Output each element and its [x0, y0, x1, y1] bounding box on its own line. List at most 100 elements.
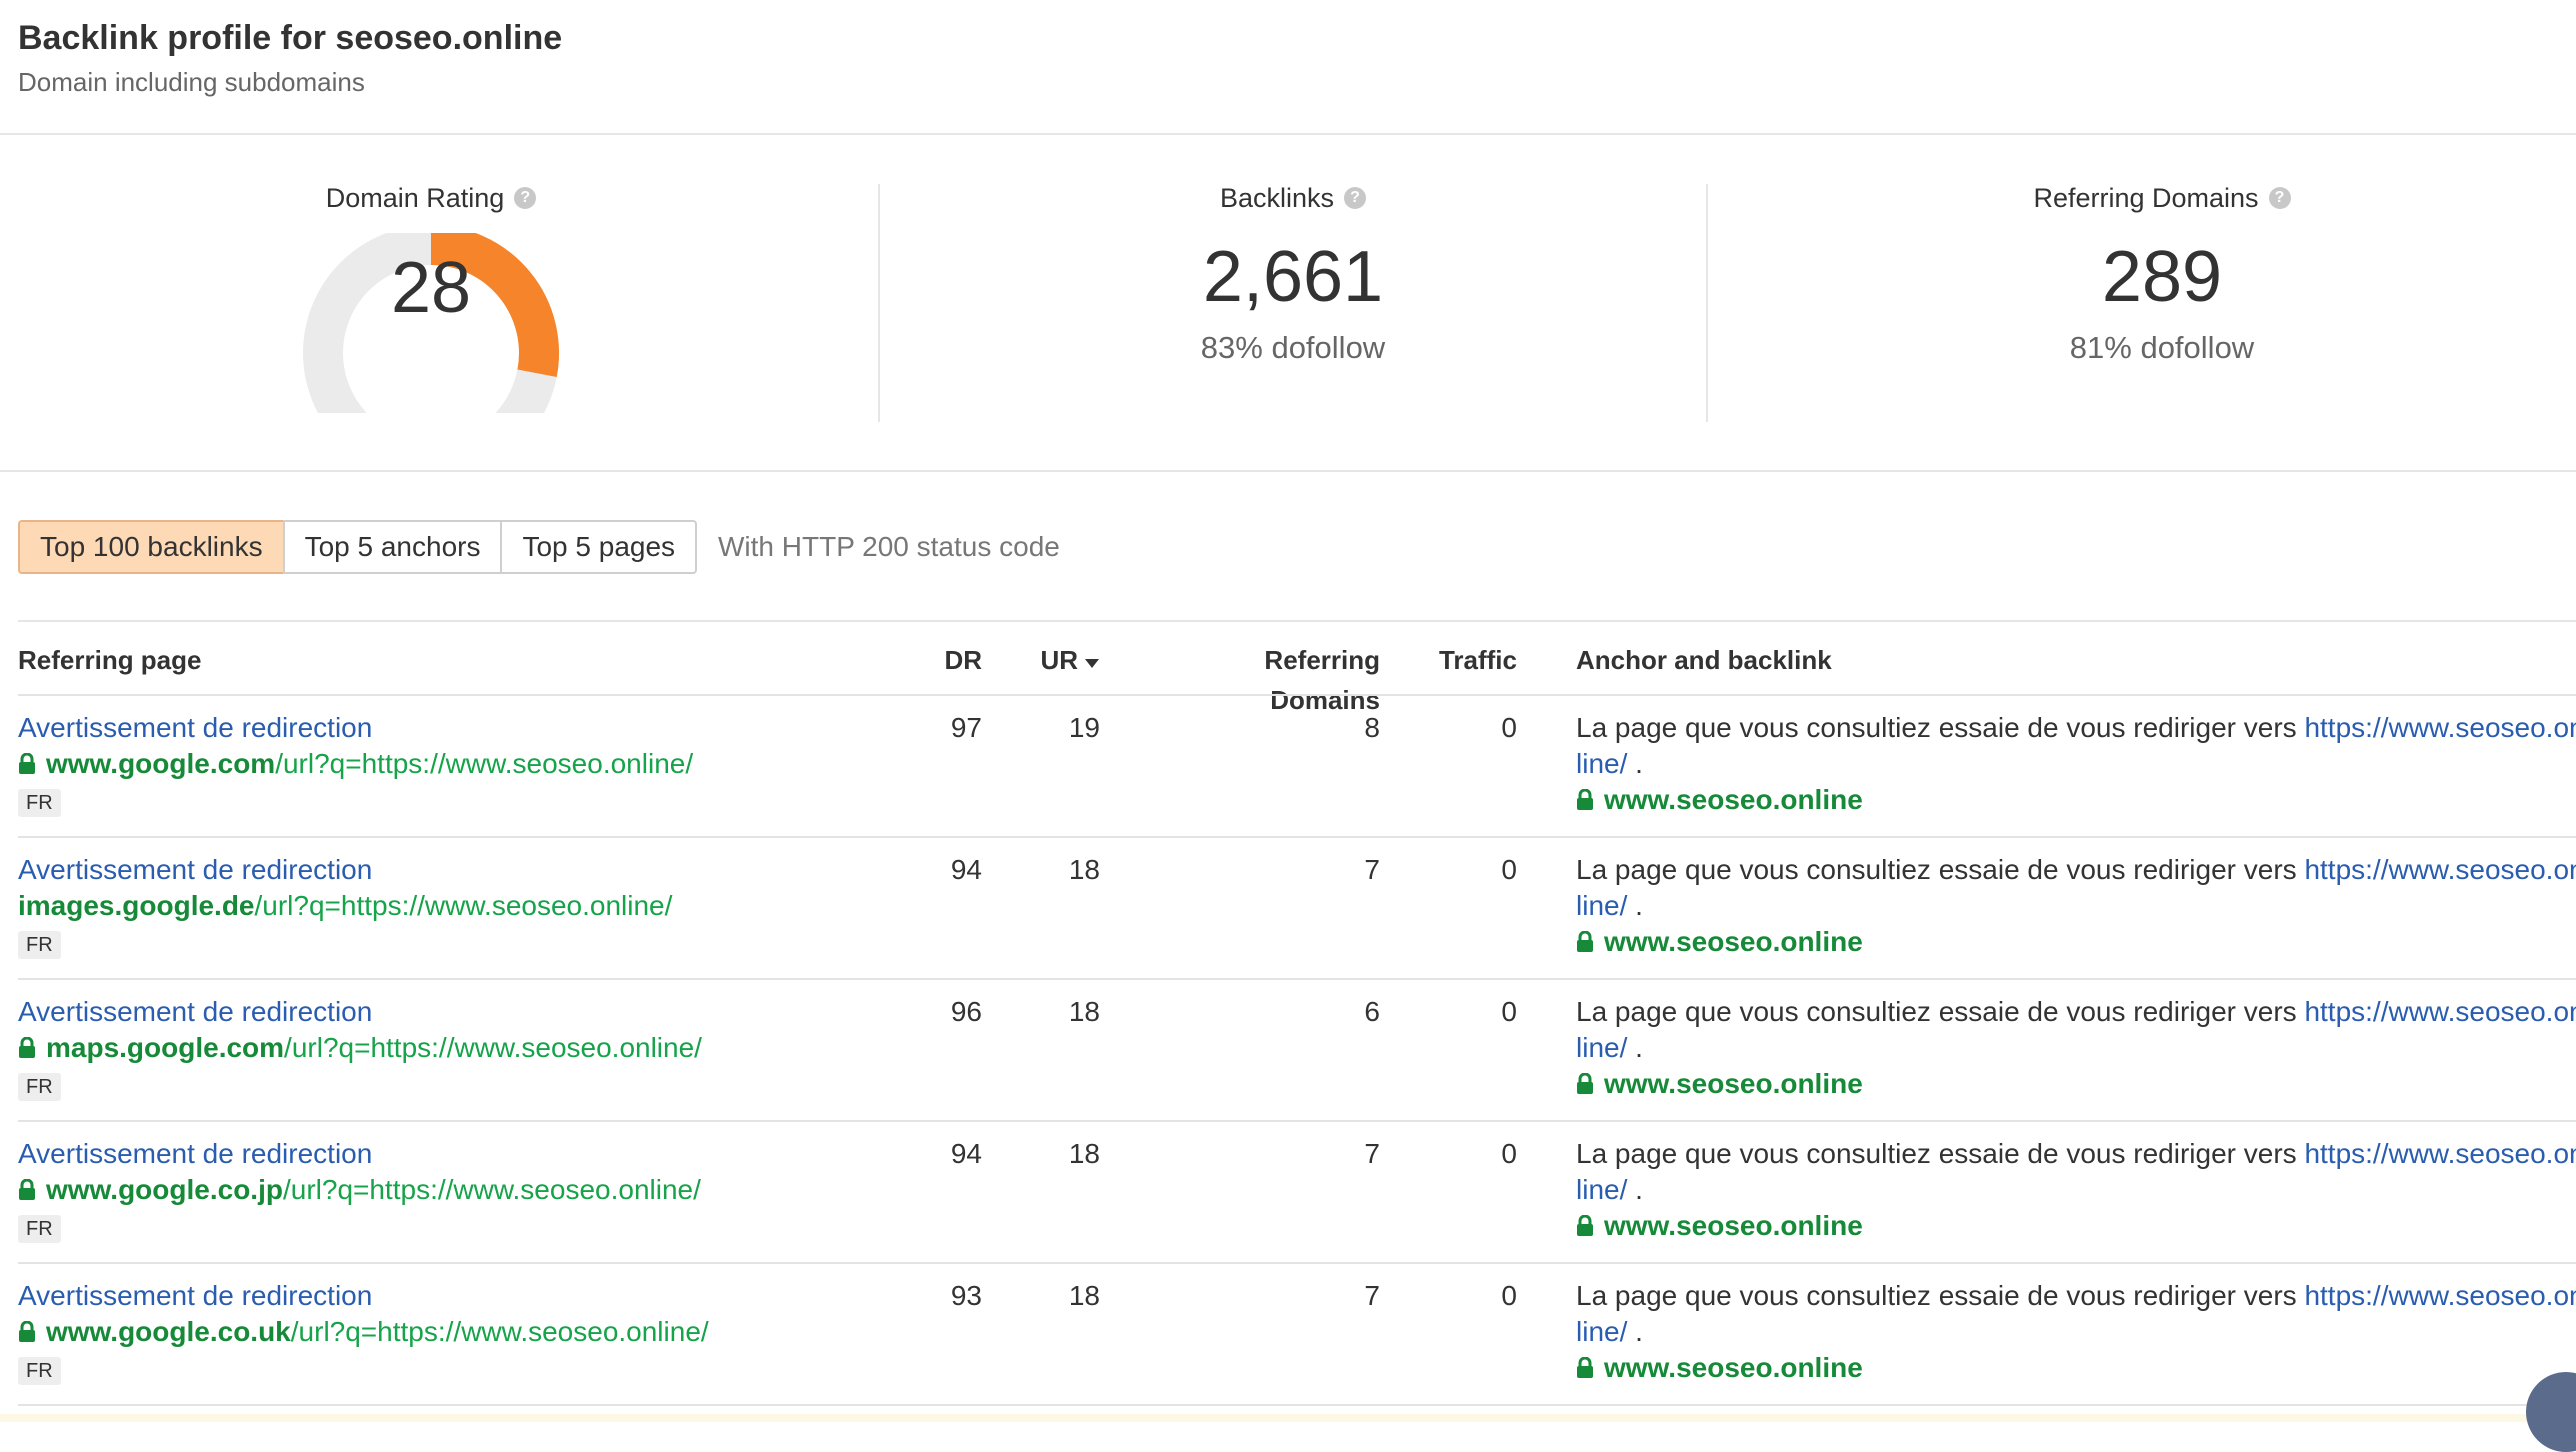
column-dr[interactable]: DR	[900, 640, 982, 680]
referring-page-title[interactable]: Avertissement de redirection	[18, 1278, 709, 1314]
referring-page-title[interactable]: Avertissement de redirection	[18, 852, 672, 888]
backlinks-value[interactable]: 2,661	[1093, 232, 1493, 322]
column-traffic[interactable]: Traffic	[1400, 640, 1517, 680]
referring-domain: maps.google.com	[46, 1032, 285, 1063]
referring-domains-value[interactable]: 8	[1150, 710, 1380, 746]
table-row: Avertissement de redirection images.goog…	[18, 852, 672, 960]
tab-top-100-backlinks[interactable]: Top 100 backlinks	[18, 520, 285, 574]
column-anchor-and-backlink[interactable]: Anchor and backlink	[1576, 640, 1832, 680]
backlink-target[interactable]: www.seoseo.online	[1576, 1350, 2576, 1386]
anchor-link-continued[interactable]: line/	[1576, 890, 1627, 921]
referring-path: /url?q=https://www.seoseo.online/	[282, 1174, 701, 1205]
help-icon[interactable]: ?	[514, 187, 537, 209]
status-code-filter-note: With HTTP 200 status code	[718, 531, 1060, 562]
language-badge: FR	[18, 1073, 61, 1101]
anchor-link-continued[interactable]: line/	[1576, 1174, 1627, 1205]
table-row: Avertissement de redirection www.google.…	[18, 1278, 709, 1386]
row-divider	[18, 1404, 2576, 1406]
row-divider	[18, 978, 2576, 980]
stat-separator	[878, 184, 880, 422]
backlink-profile-page: Backlink profile for seoseo.online Domai…	[0, 0, 2576, 1452]
backlink-target[interactable]: www.seoseo.online	[1576, 924, 2576, 960]
referring-page-title[interactable]: Avertissement de redirection	[18, 994, 702, 1030]
backlink-target[interactable]: www.seoseo.online	[1576, 1066, 2576, 1102]
lock-icon	[1577, 931, 1593, 952]
column-referring-page[interactable]: Referring page	[18, 640, 202, 680]
ur-value: 18	[1068, 854, 1100, 885]
backlink-target-url: www.seoseo.online	[1604, 784, 1863, 815]
referring-domains-value[interactable]: 7	[1150, 1136, 1380, 1172]
sort-desc-icon	[1085, 659, 1099, 668]
row-divider	[18, 836, 2576, 838]
tab-top-5-anchors[interactable]: Top 5 anchors	[282, 520, 503, 574]
ur-value: 18	[1068, 1138, 1100, 1169]
referring-path: /url?q=https://www.seoseo.online/	[290, 1316, 709, 1347]
referring-domains-value[interactable]: 7	[1150, 1278, 1380, 1314]
backlinks-label: Backlinks ?	[1219, 178, 1367, 218]
traffic-value: 0	[1501, 1280, 1517, 1311]
language-badge: FR	[18, 789, 61, 817]
anchor-link-continued[interactable]: line/	[1576, 1032, 1627, 1063]
anchor-link[interactable]: https://www.seoseo.on	[2304, 1280, 2576, 1311]
backlink-target-url: www.seoseo.online	[1604, 1210, 1863, 1241]
lock-icon	[1577, 789, 1593, 810]
referring-domains-value[interactable]: 7	[1150, 852, 1380, 888]
anchor-text: La page que vous consultiez essaie de vo…	[1576, 996, 2305, 1027]
anchor-and-backlink: La page que vous consultiez essaie de vo…	[1576, 1278, 2576, 1386]
referring-path: /url?q=https://www.seoseo.online/	[284, 1032, 702, 1063]
anchor-and-backlink: La page que vous consultiez essaie de vo…	[1576, 710, 2576, 818]
help-icon[interactable]: ?	[1344, 187, 1367, 209]
anchor-tail: .	[1627, 1316, 1643, 1347]
lock-icon	[1577, 1357, 1593, 1378]
table-row: Avertissement de redirection www.google.…	[18, 710, 693, 818]
anchor-text: La page que vous consultiez essaie de vo…	[1576, 712, 2305, 743]
referring-domains-value[interactable]: 289	[1962, 232, 2362, 322]
anchor-link[interactable]: https://www.seoseo.on	[2304, 996, 2576, 1027]
traffic-value: 0	[1501, 854, 1517, 885]
referring-domain: images.google.de	[18, 890, 255, 921]
referring-domains-stat: Referring Domains ? 289 81% dofollow	[1962, 178, 2362, 368]
anchor-link-continued[interactable]: line/	[1576, 748, 1627, 779]
divider	[0, 470, 2576, 472]
tab-top-5-pages[interactable]: Top 5 pages	[500, 520, 698, 574]
stat-separator	[1706, 184, 1708, 422]
backlinks-dofollow: 83% dofollow	[1200, 330, 1386, 365]
referring-page-title[interactable]: Avertissement de redirection	[18, 710, 693, 746]
language-badge: FR	[18, 1357, 61, 1385]
lock-icon	[19, 1321, 35, 1342]
dr-value: 93	[950, 1280, 982, 1311]
referring-page-url[interactable]: www.google.com/url?q=https://www.seoseo.…	[18, 746, 693, 782]
backlinks-stat: Backlinks ? 2,661 83% dofollow	[1093, 178, 1493, 368]
backlinks-label-text: Backlinks	[1219, 183, 1335, 213]
help-icon[interactable]: ?	[2268, 187, 2291, 209]
backlink-tabs: Top 100 backlinks Top 5 anchors Top 5 pa…	[18, 520, 698, 574]
backlink-target[interactable]: www.seoseo.online	[1576, 782, 2576, 818]
traffic-value: 0	[1501, 712, 1517, 743]
anchor-link-continued[interactable]: line/	[1576, 1316, 1627, 1347]
referring-page-url[interactable]: images.google.de/url?q=https://www.seose…	[18, 888, 672, 924]
lock-icon	[19, 1179, 35, 1200]
lock-icon	[19, 753, 35, 774]
divider	[18, 620, 2576, 622]
ur-value: 19	[1068, 712, 1100, 743]
language-badge: FR	[18, 931, 61, 959]
anchor-link[interactable]: https://www.seoseo.on	[2304, 854, 2576, 885]
backlink-target[interactable]: www.seoseo.online	[1576, 1208, 2576, 1244]
anchor-link[interactable]: https://www.seoseo.on	[2304, 1138, 2576, 1169]
column-ur[interactable]: UR	[1000, 640, 1100, 680]
referring-domains-value[interactable]: 6	[1150, 994, 1380, 1030]
referring-page-url[interactable]: maps.google.com/url?q=https://www.seoseo…	[18, 1030, 702, 1066]
column-referring-domains[interactable]: Referring Domains	[1150, 640, 1380, 720]
referring-page-title[interactable]: Avertissement de redirection	[18, 1136, 701, 1172]
anchor-tail: .	[1627, 890, 1643, 921]
domain-rating-label: Domain Rating ?	[326, 178, 537, 218]
divider	[0, 133, 2576, 135]
language-badge: FR	[18, 1215, 61, 1243]
lock-icon	[1577, 1073, 1593, 1094]
traffic-value: 0	[1501, 996, 1517, 1027]
anchor-link[interactable]: https://www.seoseo.on	[2304, 712, 2576, 743]
anchor-and-backlink: La page que vous consultiez essaie de vo…	[1576, 994, 2576, 1102]
referring-page-url[interactable]: www.google.co.uk/url?q=https://www.seose…	[18, 1314, 709, 1350]
referring-page-url[interactable]: www.google.co.jp/url?q=https://www.seose…	[18, 1172, 701, 1208]
referring-domains-label-text: Referring Domains	[2033, 183, 2259, 213]
